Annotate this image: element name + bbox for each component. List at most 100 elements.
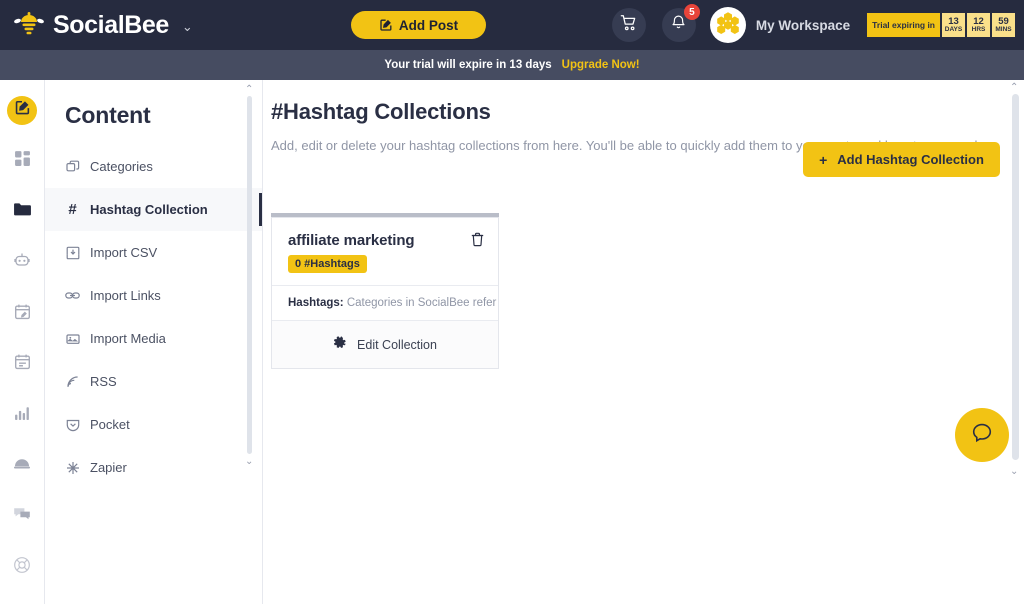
rss-icon <box>65 374 80 389</box>
cart-icon <box>620 14 638 37</box>
card-body-label: Hashtags: <box>288 297 344 309</box>
sidebar-item-label: Hashtag Collection <box>90 202 208 217</box>
sidebar-scrollbar[interactable] <box>247 96 252 454</box>
analytics-icon <box>14 404 31 426</box>
add-post-button[interactable]: Add Post <box>351 11 486 39</box>
hash-icon: # <box>68 201 77 218</box>
add-post-label: Add Post <box>398 17 459 33</box>
rail-item-bot[interactable] <box>7 248 37 277</box>
trial-banner: Your trial will expire in 13 days Upgrad… <box>0 50 1024 80</box>
workspace-avatar[interactable] <box>709 7 746 43</box>
calendar-edit-icon <box>14 303 31 325</box>
sidebar-item-zapier[interactable]: Zapier <box>45 446 262 489</box>
rail-item-calendar[interactable] <box>7 350 37 379</box>
sidebar-title: Content <box>65 102 151 128</box>
image-icon <box>65 331 80 346</box>
edit-collection-button[interactable]: Edit Collection <box>272 320 498 368</box>
sidebar-item-categories[interactable]: Categories <box>45 145 262 188</box>
sidebar-item-label: RSS <box>90 374 117 389</box>
bot-icon <box>13 251 31 274</box>
sidebar-scroll-down[interactable]: ⌄ <box>245 456 253 467</box>
chat-bubble-icon <box>970 421 994 450</box>
trial-banner-text: Your trial will expire in 13 days <box>384 59 552 71</box>
brand-logo[interactable]: SocialBee ⌄ <box>14 11 193 40</box>
sidebar-item-import-media[interactable]: Import Media <box>45 317 262 360</box>
page-scrollbar[interactable] <box>1012 94 1019 460</box>
add-hashtag-collection-button[interactable]: + Add Hashtag Collection <box>803 142 1000 177</box>
rail-item-calendar-edit[interactable] <box>7 299 37 328</box>
sidebar-item-hashtag-collection[interactable]: # Hashtag Collection <box>45 188 262 231</box>
rail-item-analytics[interactable] <box>7 401 37 430</box>
trial-label: Trial expiring in <box>866 12 941 38</box>
copy-icon <box>65 159 80 174</box>
trash-icon <box>470 232 485 251</box>
sidebar-item-label: Pocket <box>90 417 130 432</box>
delete-collection-button[interactable] <box>470 232 485 247</box>
sidebar-item-import-csv[interactable]: Import CSV <box>45 231 262 274</box>
sidebar-item-label: Import Media <box>90 331 166 346</box>
sidebar-item-pocket[interactable]: Pocket <box>45 403 262 446</box>
notifications-button[interactable]: 5 <box>661 4 700 42</box>
page-scroll-down[interactable]: ⌄ <box>1010 466 1018 477</box>
gear-icon <box>333 336 347 353</box>
edit-collection-label: Edit Collection <box>357 337 437 352</box>
rail-item-dashboard[interactable] <box>7 147 37 176</box>
top-header: SocialBee ⌄ Add Post 5 My Workspace Tria… <box>0 0 1024 50</box>
hashtag-collection-card: affiliate marketing 0 #Hashtags Hashtags… <box>271 217 499 369</box>
page-scroll-up[interactable]: ⌃ <box>1010 82 1018 93</box>
trial-mins-label: MINS <box>995 25 1012 33</box>
lifebuoy-icon <box>13 556 31 579</box>
help-chat-button[interactable] <box>955 408 1009 462</box>
card-body-text: Categories in SocialBee refer t... <box>346 297 498 309</box>
chevron-down-icon[interactable]: ⌄ <box>182 19 193 35</box>
add-hashtag-collection-label: Add Hashtag Collection <box>837 152 984 167</box>
zapier-icon <box>65 460 80 475</box>
chat-icon <box>13 505 31 528</box>
rail-item-folder[interactable] <box>7 198 37 227</box>
bee-icon <box>14 12 44 38</box>
pencil-square-icon <box>379 18 393 32</box>
trial-days-label: DAYS <box>944 25 963 33</box>
page-title: #Hashtag Collections <box>271 99 491 124</box>
collection-title: affiliate marketing <box>288 232 415 249</box>
calendar-icon <box>14 353 31 375</box>
link-icon <box>65 288 80 303</box>
honeycomb-icon <box>715 10 741 41</box>
sidebar-item-label: Zapier <box>90 460 127 475</box>
sidebar-item-label: Import Links <box>90 288 161 303</box>
card-body: Hashtags: Categories in SocialBee refer … <box>272 285 498 320</box>
trial-hours: 12 HRS <box>966 12 991 38</box>
plus-icon: + <box>819 151 828 168</box>
main-content: #Hashtag Collections Add, edit or delete… <box>263 80 1024 604</box>
folder-icon <box>13 200 32 224</box>
trial-mins: 59 MINS <box>991 12 1016 38</box>
header-right-group: 5 My Workspace Trial expiring in 13 DAYS… <box>611 0 1024 50</box>
card-header: affiliate marketing 0 #Hashtags <box>272 218 498 285</box>
content-sidebar: Content Categories # Hashtag Collection <box>45 80 263 604</box>
rail-item-chat[interactable] <box>7 502 37 531</box>
rail-item-compose[interactable] <box>7 96 37 125</box>
sidebar-item-label: Import CSV <box>90 245 158 260</box>
trial-hours-label: HRS <box>971 25 986 33</box>
trial-days: 13 DAYS <box>941 12 966 38</box>
hashtag-count-badge: 0 #Hashtags <box>288 255 367 273</box>
notification-badge: 5 <box>683 4 700 20</box>
pocket-icon <box>65 417 80 432</box>
dashboard-icon <box>14 150 31 172</box>
sidebar-item-import-links[interactable]: Import Links <box>45 274 262 317</box>
sidebar-scroll-up[interactable]: ⌃ <box>245 84 253 95</box>
upgrade-now-link[interactable]: Upgrade Now! <box>562 59 640 71</box>
workspace-name[interactable]: My Workspace <box>756 18 850 33</box>
rail-item-lifebuoy[interactable] <box>7 553 37 582</box>
cart-button[interactable] <box>611 8 646 42</box>
compose-icon <box>14 99 31 121</box>
primary-nav-rail <box>0 80 45 604</box>
download-box-icon <box>65 245 80 260</box>
rail-item-bell-dome[interactable] <box>7 452 37 481</box>
bell-dome-icon <box>13 454 31 477</box>
brand-name: SocialBee <box>53 10 169 39</box>
trial-countdown[interactable]: Trial expiring in 13 DAYS 12 HRS 59 MINS <box>866 12 1016 38</box>
sidebar-item-rss[interactable]: RSS <box>45 360 262 403</box>
sidebar-menu: Categories # Hashtag Collection Import C… <box>45 145 262 489</box>
bell-icon <box>670 14 687 36</box>
